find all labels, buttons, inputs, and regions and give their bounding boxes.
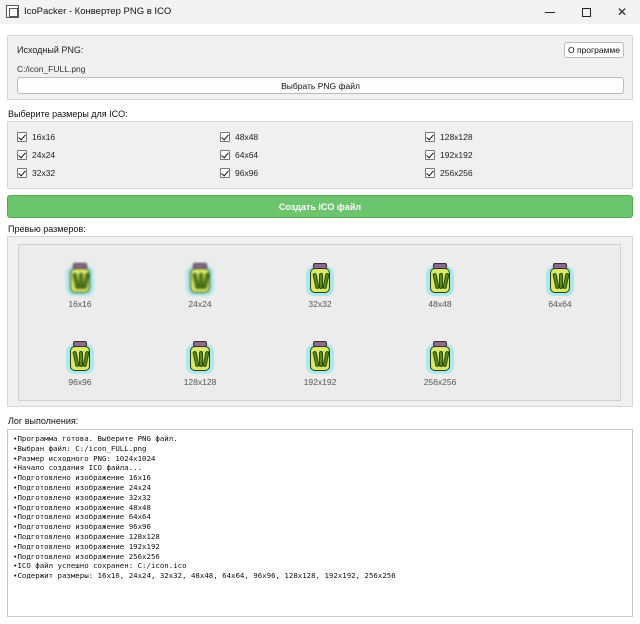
checkbox-checked-icon[interactable] <box>425 168 435 178</box>
checkbox-label: 192x192 <box>440 150 473 160</box>
preview-tile: 96x96 <box>45 335 115 395</box>
preview-tile: 24x24 <box>165 257 235 317</box>
log-line: Подготовлено изображение 16x16 <box>13 473 627 483</box>
log-line: Подготовлено изображение 128x128 <box>13 532 627 542</box>
log-line: Подготовлено изображение 192x192 <box>13 542 627 552</box>
preview-size-label: 128x128 <box>183 377 217 387</box>
source-label: Исходный PNG: <box>17 45 84 55</box>
log-line: Программа готова. Выберите PNG файл. <box>13 434 627 444</box>
checkbox-label: 64x64 <box>235 150 259 160</box>
sizes-panel: 16x16 48x48 128x128 24x24 64x64 192x192 … <box>7 121 633 189</box>
preview-size-label: 256x256 <box>423 377 457 387</box>
size-checkbox-128[interactable]: 128x128 <box>425 132 473 142</box>
preview-title: Превью размеров: <box>8 224 86 234</box>
pickle-jar-icon <box>66 261 94 296</box>
preview-area: 16x16 24x24 32x32 48x48 64x64 96x96 128x128 192… <box>18 244 621 401</box>
log-line: Начало создания ICO файла... <box>13 463 627 473</box>
source-panel: Исходный PNG: C:/icon_FULL.png О програм… <box>7 35 633 100</box>
minimize-button[interactable] <box>532 0 568 24</box>
checkbox-checked-icon[interactable] <box>425 132 435 142</box>
checkbox-label: 128x128 <box>440 132 473 142</box>
minimize-icon <box>545 11 555 13</box>
checkbox-checked-icon[interactable] <box>220 168 230 178</box>
log-line: Подготовлено изображение 96x96 <box>13 522 627 532</box>
pickle-jar-icon <box>546 261 574 296</box>
size-checkbox-64[interactable]: 64x64 <box>220 150 258 160</box>
checkbox-checked-icon[interactable] <box>17 132 27 142</box>
size-checkbox-192[interactable]: 192x192 <box>425 150 473 160</box>
log-line: Выбран файл: C:/icon_FULL.png <box>13 444 627 454</box>
close-icon: ✕ <box>616 5 628 19</box>
sizes-title: Выберите размеры для ICO: <box>8 109 128 119</box>
checkbox-label: 16x16 <box>32 132 56 142</box>
log-output[interactable]: Программа готова. Выберите PNG файл.Выбр… <box>7 429 633 617</box>
log-title: Лог выполнения: <box>8 416 79 426</box>
log-line: Содержит размеры: 16x16, 24x24, 32x32, 4… <box>13 571 627 581</box>
title-bar: IcoPacker - Конвертер PNG в ICO ✕ <box>0 0 640 24</box>
preview-size-label: 96x96 <box>68 377 92 387</box>
preview-tile: 64x64 <box>525 257 595 317</box>
pickle-jar-icon <box>426 339 454 374</box>
preview-size-label: 16x16 <box>68 299 92 309</box>
checkbox-checked-icon[interactable] <box>17 168 27 178</box>
checkbox-label: 32x32 <box>32 168 56 178</box>
checkbox-checked-icon[interactable] <box>220 132 230 142</box>
pickle-jar-icon <box>186 339 214 374</box>
checkbox-label: 24x24 <box>32 150 56 160</box>
log-line: ICO файл успешно сохранен: C:/icon.ico <box>13 561 627 571</box>
checkbox-checked-icon[interactable] <box>425 150 435 160</box>
about-button[interactable]: О программе <box>564 42 624 58</box>
size-checkbox-256[interactable]: 256x256 <box>425 168 473 178</box>
checkbox-checked-icon[interactable] <box>17 150 27 160</box>
preview-tile: 16x16 <box>45 257 115 317</box>
pickle-jar-icon <box>306 261 334 296</box>
preview-tile: 32x32 <box>285 257 355 317</box>
preview-tile: 192x192 <box>285 335 355 395</box>
source-path: C:/icon_FULL.png <box>17 64 86 74</box>
preview-size-label: 48x48 <box>428 299 452 309</box>
preview-tile: 48x48 <box>405 257 475 317</box>
pickle-jar-icon <box>186 261 214 296</box>
size-checkbox-24[interactable]: 24x24 <box>17 150 55 160</box>
log-line: Размер исходного PNG: 1024x1024 <box>13 454 627 464</box>
size-checkbox-16[interactable]: 16x16 <box>17 132 55 142</box>
app-icon <box>6 5 19 18</box>
size-checkbox-96[interactable]: 96x96 <box>220 168 258 178</box>
checkbox-label: 48x48 <box>235 132 259 142</box>
pickle-jar-icon <box>426 261 454 296</box>
maximize-icon <box>581 7 591 17</box>
log-line: Подготовлено изображение 24x24 <box>13 483 627 493</box>
preview-panel: 16x16 24x24 32x32 48x48 64x64 96x96 128x128 192… <box>7 236 633 407</box>
size-checkbox-32[interactable]: 32x32 <box>17 168 55 178</box>
preview-size-label: 24x24 <box>188 299 212 309</box>
preview-tile: 128x128 <box>165 335 235 395</box>
preview-size-label: 64x64 <box>548 299 572 309</box>
preview-tile: 256x256 <box>405 335 475 395</box>
preview-size-label: 192x192 <box>303 377 337 387</box>
window-title: IcoPacker - Конвертер PNG в ICO <box>24 6 172 17</box>
checkbox-label: 96x96 <box>235 168 259 178</box>
checkbox-label: 256x256 <box>440 168 473 178</box>
create-ico-button[interactable]: Создать ICO файл <box>7 195 633 218</box>
close-button[interactable]: ✕ <box>604 0 640 24</box>
pickle-jar-icon <box>306 339 334 374</box>
log-line: Подготовлено изображение 256x256 <box>13 552 627 562</box>
log-line: Подготовлено изображение 64x64 <box>13 512 627 522</box>
pickle-jar-icon <box>66 339 94 374</box>
size-checkbox-48[interactable]: 48x48 <box>220 132 258 142</box>
checkbox-checked-icon[interactable] <box>220 150 230 160</box>
log-line: Подготовлено изображение 32x32 <box>13 493 627 503</box>
preview-size-label: 32x32 <box>308 299 332 309</box>
maximize-button[interactable] <box>568 0 604 24</box>
log-line: Подготовлено изображение 48x48 <box>13 503 627 513</box>
pick-png-button[interactable]: Выбрать PNG файл <box>17 77 624 94</box>
